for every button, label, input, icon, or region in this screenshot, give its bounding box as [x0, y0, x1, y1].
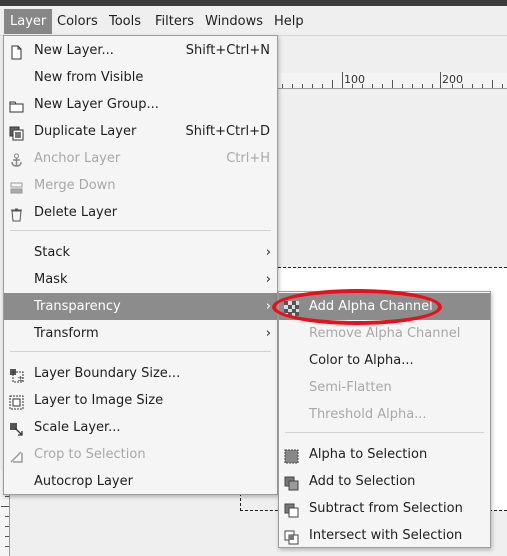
menu-item-add-alpha-channel[interactable]: Add Alpha Channel — [279, 293, 490, 320]
menu-item-autocrop-layer[interactable]: Autocrop Layer — [4, 468, 277, 495]
menu-item-label: Crop to Selection — [34, 447, 146, 462]
menu-item-label: New Layer... — [34, 43, 114, 58]
menu-item-new-layer[interactable]: New Layer... Shift+Ctrl+N — [4, 37, 277, 64]
menubar-windows[interactable]: Windows — [199, 9, 269, 34]
menu-item-transparency[interactable]: Transparency › — [4, 293, 277, 320]
menu-item-new-layer-group[interactable]: New Layer Group... — [4, 91, 277, 118]
menu-item-label: Merge Down — [34, 178, 116, 193]
merge-down-icon — [9, 178, 24, 194]
menu-item-add-to-selection[interactable]: Add to Selection — [279, 468, 490, 495]
menu-item-label: New Layer Group... — [34, 97, 159, 112]
menu-item-subtract-from-selection[interactable]: Subtract from Selection — [279, 495, 490, 522]
menubar: Layer Colors Tools Filters Windows Help — [0, 6, 507, 36]
layer-menu: New Layer... Shift+Ctrl+N New from Visib… — [3, 35, 278, 495]
shortcut-label: Shift+Ctrl+D — [185, 124, 270, 139]
menu-item-label: Remove Alpha Channel — [309, 326, 461, 341]
menu-item-anchor-layer[interactable]: Anchor Layer Ctrl+H — [4, 145, 277, 172]
menu-item-transform[interactable]: Transform › — [4, 320, 277, 347]
shortcut-label: Shift+Ctrl+N — [185, 43, 270, 58]
menu-item-label: Add Alpha Channel — [309, 299, 433, 314]
layer-to-image-icon — [9, 393, 24, 410]
menu-item-stack[interactable]: Stack › — [4, 239, 277, 266]
menu-item-label: New from Visible — [34, 70, 144, 85]
anchor-icon — [9, 151, 24, 167]
menu-item-label: Duplicate Layer — [34, 124, 137, 139]
chevron-right-icon: › — [265, 245, 271, 260]
chevron-right-icon: › — [265, 326, 271, 341]
menubar-filters[interactable]: Filters — [149, 9, 200, 34]
menu-item-label: Color to Alpha... — [309, 353, 414, 368]
trash-icon — [9, 205, 24, 222]
menu-item-threshold-alpha[interactable]: Threshold Alpha... — [279, 401, 490, 428]
menu-item-duplicate-layer[interactable]: Duplicate Layer Shift+Ctrl+D — [4, 118, 277, 145]
menu-item-remove-alpha-channel[interactable]: Remove Alpha Channel — [279, 320, 490, 347]
menu-item-color-to-alpha[interactable]: Color to Alpha... — [279, 347, 490, 374]
add-selection-icon — [284, 474, 299, 491]
menu-item-new-from-visible[interactable]: New from Visible — [4, 64, 277, 91]
menu-item-scale-layer[interactable]: Scale Layer... — [4, 414, 277, 441]
menu-item-label: Delete Layer — [34, 205, 118, 220]
menu-item-label: Add to Selection — [309, 474, 416, 489]
menu-item-layer-boundary-size[interactable]: ± Layer Boundary Size... — [4, 360, 277, 387]
menu-item-label: Mask — [34, 272, 68, 287]
menu-item-label: Layer to Image Size — [34, 393, 164, 408]
menubar-colors[interactable]: Colors — [51, 9, 104, 34]
menu-item-intersect-with-selection[interactable]: Intersect with Selection — [279, 522, 490, 549]
svg-text:±: ± — [17, 374, 24, 383]
menu-item-label: Layer Boundary Size... — [34, 366, 181, 381]
menu-item-merge-down[interactable]: Merge Down — [4, 172, 277, 199]
menu-separator — [10, 230, 271, 231]
new-layer-icon — [9, 43, 24, 60]
menubar-layer[interactable]: Layer — [4, 9, 53, 34]
canvas-boundary-top — [278, 267, 507, 268]
menu-item-crop-to-selection[interactable]: Crop to Selection — [4, 441, 277, 468]
menu-item-label: Semi-Flatten — [309, 380, 392, 395]
menu-item-label: Anchor Layer — [34, 151, 121, 166]
menu-item-mask[interactable]: Mask › — [4, 266, 277, 293]
menu-item-label: Transform — [34, 326, 99, 341]
menu-item-label: Alpha to Selection — [309, 447, 428, 462]
menu-item-label: Scale Layer... — [34, 420, 121, 435]
menu-item-label: Transparency — [34, 299, 121, 314]
duplicate-icon — [9, 124, 24, 141]
transparency-submenu: Add Alpha Channel Remove Alpha Channel C… — [278, 291, 491, 548]
horizontal-ruler[interactable]: 100 200 — [278, 72, 507, 89]
shortcut-label: Ctrl+H — [226, 151, 270, 166]
chevron-right-icon: › — [265, 299, 271, 314]
menu-item-layer-to-image-size[interactable]: Layer to Image Size — [4, 387, 277, 414]
subtract-selection-icon — [284, 501, 299, 518]
menu-item-delete-layer[interactable]: Delete Layer — [4, 199, 277, 226]
menu-separator — [285, 432, 484, 433]
boundary-size-icon: ± — [9, 366, 24, 383]
menu-item-alpha-to-selection[interactable]: Alpha to Selection — [279, 441, 490, 468]
menu-item-label: Intersect with Selection — [309, 528, 463, 543]
alpha-selection-icon — [284, 447, 299, 464]
menu-item-label: Autocrop Layer — [34, 474, 133, 489]
menu-item-label: Subtract from Selection — [309, 501, 463, 516]
canvas-boundary-left — [240, 493, 241, 511]
menubar-help[interactable]: Help — [268, 9, 310, 34]
checker-icon — [284, 299, 299, 316]
menu-item-semi-flatten[interactable]: Semi-Flatten — [279, 374, 490, 401]
intersect-selection-icon — [284, 528, 299, 545]
menu-item-label: Threshold Alpha... — [309, 407, 427, 422]
folder-icon — [9, 97, 24, 113]
menu-item-label: Stack — [34, 245, 70, 260]
crop-icon — [9, 447, 24, 463]
menu-separator — [10, 351, 271, 352]
chevron-right-icon: › — [265, 272, 271, 287]
scale-icon — [9, 420, 24, 436]
menubar-tools[interactable]: Tools — [103, 9, 147, 34]
